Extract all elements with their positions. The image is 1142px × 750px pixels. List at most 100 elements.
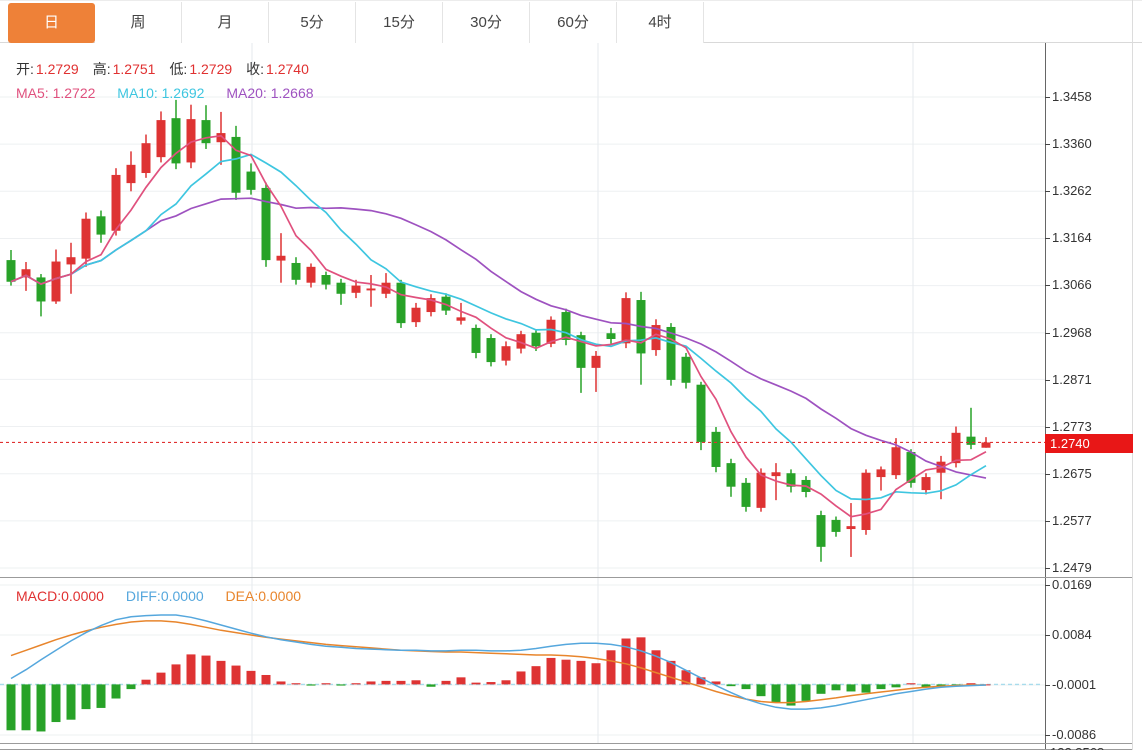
ohlc-legend: 开:1.2729高:1.2751低:1.2729收:1.2740: [16, 59, 323, 79]
ma5-legend: MA5: 1.2722: [16, 85, 95, 101]
candle: [637, 292, 646, 385]
candle: [412, 303, 421, 327]
dea-value-legend: DEA:0.0000: [226, 588, 302, 604]
tab-weekly[interactable]: 周: [95, 2, 182, 43]
candle-body: [37, 277, 46, 301]
macd-bar: [727, 684, 736, 686]
macd-bar: [97, 684, 106, 708]
candle: [727, 459, 736, 497]
tab-15min[interactable]: 15分: [356, 2, 443, 43]
candle: [862, 469, 871, 534]
candle: [157, 111, 166, 162]
macd-axis-tick: [1045, 685, 1050, 686]
macd-bar: [352, 683, 361, 684]
candle-body: [307, 267, 316, 283]
macd-bar: [772, 684, 781, 702]
macd-bar: [172, 664, 181, 684]
macd-bar: [877, 684, 886, 689]
macd-tick-label: 0.0169: [1052, 577, 1092, 592]
timeframe-tabbar: 日 周 月 5分 15分 30分 60分 4时: [0, 0, 1142, 43]
candle: [277, 233, 286, 283]
macd-bar: [337, 684, 346, 685]
price-tick-label: 1.3164: [1052, 230, 1092, 245]
candle-body: [772, 472, 781, 476]
macd-bar: [457, 677, 466, 684]
price-axis-tick: [1045, 191, 1050, 192]
candle-body: [832, 520, 841, 532]
macd-bar: [52, 684, 61, 722]
candle: [937, 456, 946, 499]
candle-body: [607, 333, 616, 339]
candle: [457, 303, 466, 325]
pane-divider-top: [0, 577, 1133, 578]
high-value: 1.2751: [113, 61, 156, 77]
candle-body: [112, 175, 121, 231]
price-axis-tick: [1045, 238, 1050, 239]
candle: [742, 478, 751, 512]
price-tick-label: 1.2675: [1052, 466, 1092, 481]
candle-body: [157, 120, 166, 157]
candle: [37, 274, 46, 316]
candle-body: [682, 357, 691, 383]
macd-bar: [592, 663, 601, 684]
macd-bar: [862, 684, 871, 692]
open-value: 1.2729: [36, 61, 79, 77]
macd-bar: [637, 637, 646, 684]
price-axis-tick: [1045, 427, 1050, 428]
candle: [487, 334, 496, 366]
macd-bar: [802, 684, 811, 700]
macd-bar: [967, 683, 976, 684]
price-tick-label: 1.2968: [1052, 325, 1092, 340]
candle-body: [472, 328, 481, 353]
candle-body: [727, 463, 736, 487]
candle-body: [457, 317, 466, 320]
close-value: 1.2740: [266, 61, 309, 77]
candle-body: [142, 143, 151, 173]
price-tick-label: 1.2871: [1052, 372, 1092, 387]
candle-body: [892, 447, 901, 475]
candle-body: [67, 257, 76, 264]
candle-body: [337, 283, 346, 294]
next-pane-partial-label: 122.8568: [1050, 745, 1104, 750]
high-label: 高:: [93, 61, 111, 77]
price-tick-label: 1.3262: [1052, 183, 1092, 198]
macd-bar: [157, 673, 166, 685]
macd-bar: [577, 661, 586, 685]
macd-bar: [562, 660, 571, 685]
main-chart[interactable]: [0, 43, 1045, 577]
ma10-line: [11, 154, 986, 499]
ma-legend: MA5: 1.2722 MA10: 1.2692 MA20: 1.2668: [16, 85, 314, 101]
diff-value-legend: DIFF:0.0000: [126, 588, 204, 604]
candle-body: [352, 286, 361, 293]
macd-bar: [517, 671, 526, 684]
ma5-line: [11, 136, 986, 517]
candle-body: [967, 437, 976, 445]
candle: [67, 243, 76, 294]
candle: [787, 469, 796, 492]
candle: [232, 126, 241, 200]
price-axis-tick: [1045, 97, 1050, 98]
ma20-legend: MA20: 1.2668: [226, 85, 313, 101]
tab-4hour[interactable]: 4时: [617, 2, 704, 43]
price-tick-label: 1.3066: [1052, 277, 1092, 292]
tab-monthly[interactable]: 月: [182, 2, 269, 43]
tab-daily[interactable]: 日: [8, 3, 95, 43]
candle-body: [697, 385, 706, 442]
macd-bar: [622, 639, 631, 685]
candle-body: [757, 473, 766, 508]
candle-body: [982, 442, 991, 447]
candle: [847, 503, 856, 557]
macd-bar: [382, 681, 391, 685]
candle-body: [592, 356, 601, 368]
close-label: 收:: [246, 61, 264, 77]
price-tick-label: 1.2479: [1052, 560, 1092, 575]
low-label: 低:: [169, 61, 187, 77]
candle: [607, 328, 616, 344]
tab-5min[interactable]: 5分: [269, 2, 356, 43]
macd-bar: [37, 684, 46, 731]
candle: [697, 382, 706, 450]
ma20-line: [11, 198, 986, 478]
price-axis-tick: [1045, 285, 1050, 286]
tab-60min[interactable]: 60分: [530, 2, 617, 43]
tab-30min[interactable]: 30分: [443, 2, 530, 43]
